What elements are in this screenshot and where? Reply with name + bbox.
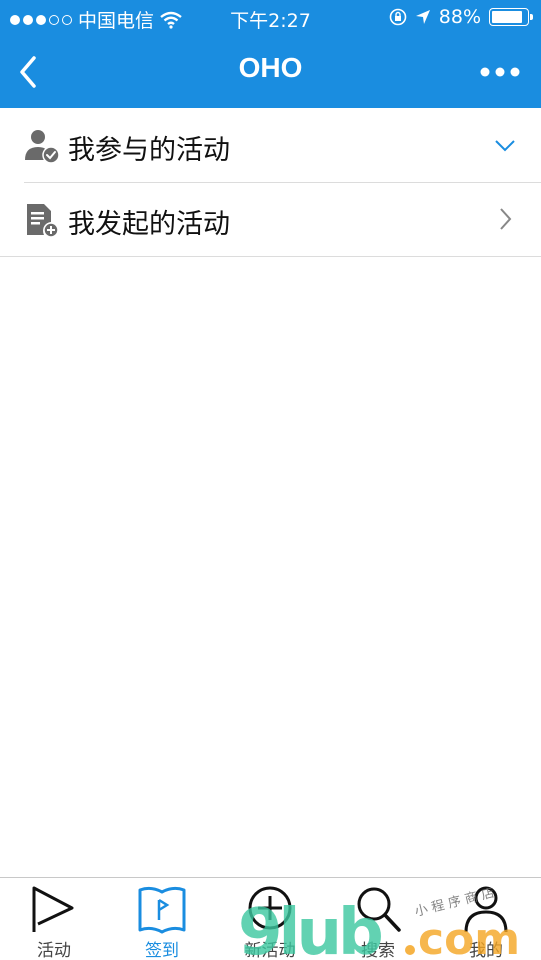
- person-icon: [464, 886, 508, 933]
- tab-label: 签到: [145, 941, 179, 960]
- list-item-created-activities[interactable]: 我发起的活动: [0, 182, 541, 256]
- chevron-down-icon: [495, 140, 515, 152]
- location-arrow-icon: [415, 10, 430, 24]
- more-dots-icon[interactable]: [479, 62, 521, 82]
- flag-icon: [32, 886, 74, 932]
- tab-checkin[interactable]: 签到: [108, 878, 216, 960]
- list-item-joined-activities[interactable]: 我参与的活动: [0, 108, 541, 182]
- tab-mine[interactable]: 我的: [432, 878, 540, 960]
- divider: [0, 256, 541, 257]
- document-add-icon: [27, 204, 59, 238]
- tab-new-activity[interactable]: 新活动: [216, 878, 324, 960]
- status-bar: 中国电信 下午2:27 88%: [0, 0, 541, 36]
- tab-search[interactable]: 搜索: [324, 878, 432, 960]
- tab-label: 搜索: [361, 941, 395, 960]
- battery-icon: [489, 8, 533, 26]
- plus-circle-icon: [248, 886, 292, 930]
- list-item-label: 我参与的活动: [68, 135, 230, 166]
- activity-list: 我参与的活动 我发起的活动: [0, 108, 541, 257]
- tab-label: 活动: [37, 941, 71, 960]
- status-right-group: 88%: [389, 6, 533, 28]
- tab-bar: 活动 签到 新活动 搜索 我的: [0, 877, 541, 960]
- orientation-lock-icon: [389, 8, 407, 26]
- nav-bar: OHO: [0, 36, 541, 108]
- tab-label: 新活动: [244, 941, 296, 960]
- search-icon: [357, 887, 401, 932]
- book-icon: [138, 886, 186, 934]
- battery-percent: 88%: [438, 6, 481, 28]
- user-check-icon: [25, 130, 60, 164]
- tab-activities[interactable]: 活动: [0, 878, 108, 960]
- tab-label: 我的: [469, 941, 503, 960]
- page-title: OHO: [238, 52, 303, 83]
- list-item-label: 我发起的活动: [68, 209, 230, 240]
- chevron-right-icon: [500, 208, 512, 230]
